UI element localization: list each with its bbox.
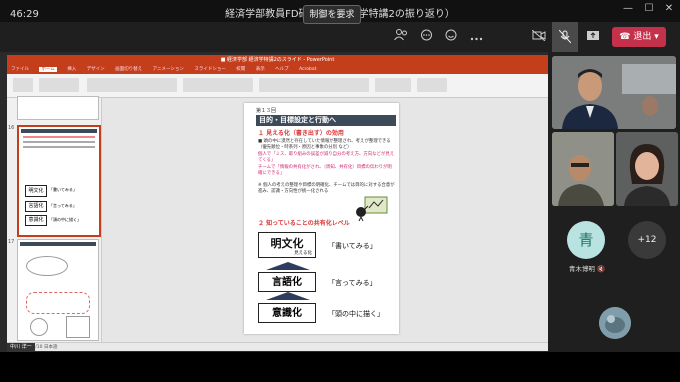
chat-icon[interactable] [417,28,435,46]
mic-off-icon: 🔇 [596,265,606,273]
ppt-tab[interactable]: デザイン [87,67,105,72]
mini-level-top: 明文化 [25,185,47,197]
phone-icon: ☎ [619,32,631,42]
mini-diagram [26,292,90,314]
participant-video[interactable] [552,56,676,129]
mini-text [23,146,95,148]
mini-quote-low: 「頭の中に描く」 [49,217,81,222]
participant-name-text: 青木博明 [568,265,595,273]
mini-quote-mid: 「言ってみる」 [49,203,77,208]
paste-button[interactable] [13,78,33,92]
ppt-tab[interactable]: 画面切り替え [115,67,142,72]
ppt-status-bar: スライド 2/10 日本語 [7,342,548,351]
thumbnail-number: 17 [8,239,15,245]
mini-level-mid: 言語化 [25,201,47,212]
reactions-icon[interactable] [442,28,460,46]
participant-name: 青木博明 🔇 [557,263,617,273]
mini-diagram [26,256,68,276]
meeting-toolbar [0,22,680,52]
drawing-controls[interactable] [259,78,369,92]
quote-mid: 「言ってみる」 [328,279,377,287]
mini-level-low: 意識化 [25,215,47,226]
participant-avatar[interactable]: 青 [567,221,605,259]
slide-thumbnail[interactable] [17,96,99,120]
slide-heading: 目的・目標設定と行動へ [256,115,396,126]
ppt-ribbon-tabs: ファイル ホーム 挿入 デザイン 画面切り替え アニメーション スライドショー … [7,65,548,74]
ppt-tab[interactable]: 表示 [256,67,265,72]
quote-top: 「書いてみる」 [328,242,377,250]
ppt-tab[interactable]: 挿入 [67,67,76,72]
section1-body: ■ 頭の中に漠然と存在していた情報が整理され、考えが整理できる（優先順位・時系列… [258,139,391,150]
camera-off-icon[interactable] [530,28,548,46]
level-box-mid: 言語化 [258,272,316,292]
mic-muted-button[interactable] [552,22,578,52]
section2-title: ２ 知っていることの共有化レベル [258,220,350,227]
slide-thumbnail[interactable] [17,239,99,341]
participant-video[interactable] [552,132,614,206]
pyramid-triangle [266,262,310,270]
ppt-tab[interactable]: ヘルプ [275,67,289,72]
ppt-tab[interactable]: Acrobat [299,67,316,72]
font-controls[interactable] [87,78,177,92]
bottom-black-bar [0,352,680,382]
close-icon[interactable]: ✕ [661,3,677,17]
slide-thumbnail-pane[interactable]: 16 明文化 「書いてみる」 言語化 「言ってみる」 意識化 「頭の中に描く」 … [7,96,102,342]
ppt-tab[interactable]: ホーム [39,67,57,72]
ppt-tab[interactable]: 校閲 [236,67,245,72]
ppt-title-bar: ■ 経済学部 経済学特講2のスライド - PowerPoint [7,55,548,65]
presenter-name-label: 中川 洋一 [7,343,35,352]
section1-body: ※ 個人の考えの整理や目標の明確化、チームでは目的に対する合意が進み、認識・方向… [258,183,395,194]
maximize-icon[interactable]: ☐ [641,3,657,17]
thumbnail-number: 16 [8,125,15,131]
minimize-icon[interactable]: — [620,3,636,17]
chevron-down-icon: ▾ [654,32,659,42]
more-options-icon[interactable] [467,28,485,46]
pyramid-triangle [266,292,310,300]
slide-buttons[interactable] [39,78,79,92]
section1-body: 個人で「ミス、取り組みの誤差が減り自分の考え方、方向などが見えてくる」 [258,152,395,163]
mini-diagram [30,318,48,336]
request-control-button[interactable]: 制御を要求 [303,5,361,24]
slide-thumbnail-selected[interactable]: 明文化 「書いてみる」 言語化 「言ってみる」 意識化 「頭の中に描く」 [17,125,101,237]
level-box-low: 意識化 [258,303,316,323]
paragraph-controls[interactable] [183,78,253,92]
level-top-label: 明文化 [270,237,304,250]
mini-diagram [66,316,90,338]
slide-number: 第１３回 [256,108,277,114]
self-view-thumbnail[interactable] [599,307,631,339]
mini-text [23,136,95,138]
editing-controls[interactable] [375,78,411,92]
level-top-sublabel: 見える化 [294,251,312,256]
ppt-tab[interactable]: ファイル [11,67,29,72]
leave-label: 退出 [633,32,652,42]
more-participants-button[interactable]: +12 [628,221,666,259]
quote-low: 「頭の中に描く」 [328,310,384,318]
mini-heading [20,242,96,246]
mini-quote-top: 「書いてみる」 [49,187,77,192]
whiteboard-character-illustration [356,196,388,222]
ppt-tab[interactable]: アニメーション [153,67,184,72]
mini-heading [21,129,97,133]
leave-button[interactable]: ☎ 退出 ▾ [612,27,666,47]
level-box-top: 明文化 見える化 [258,232,316,258]
section1-body: チームで「情報の共有化がされ、（周知、共有化）目標の伝わりが明確にできる」 [258,165,392,176]
ppt-ribbon [7,74,548,98]
mini-text [23,141,95,143]
meeting-timer: 46:29 [10,9,39,20]
share-screen-icon[interactable] [584,28,602,46]
participants-icon[interactable] [392,28,410,46]
acrobat-button[interactable] [417,78,447,92]
ppt-tab[interactable]: スライドショー [194,67,226,72]
section1-title: １ 見える化（書き出す）の効用 [258,130,344,137]
participant-video[interactable] [616,132,678,206]
